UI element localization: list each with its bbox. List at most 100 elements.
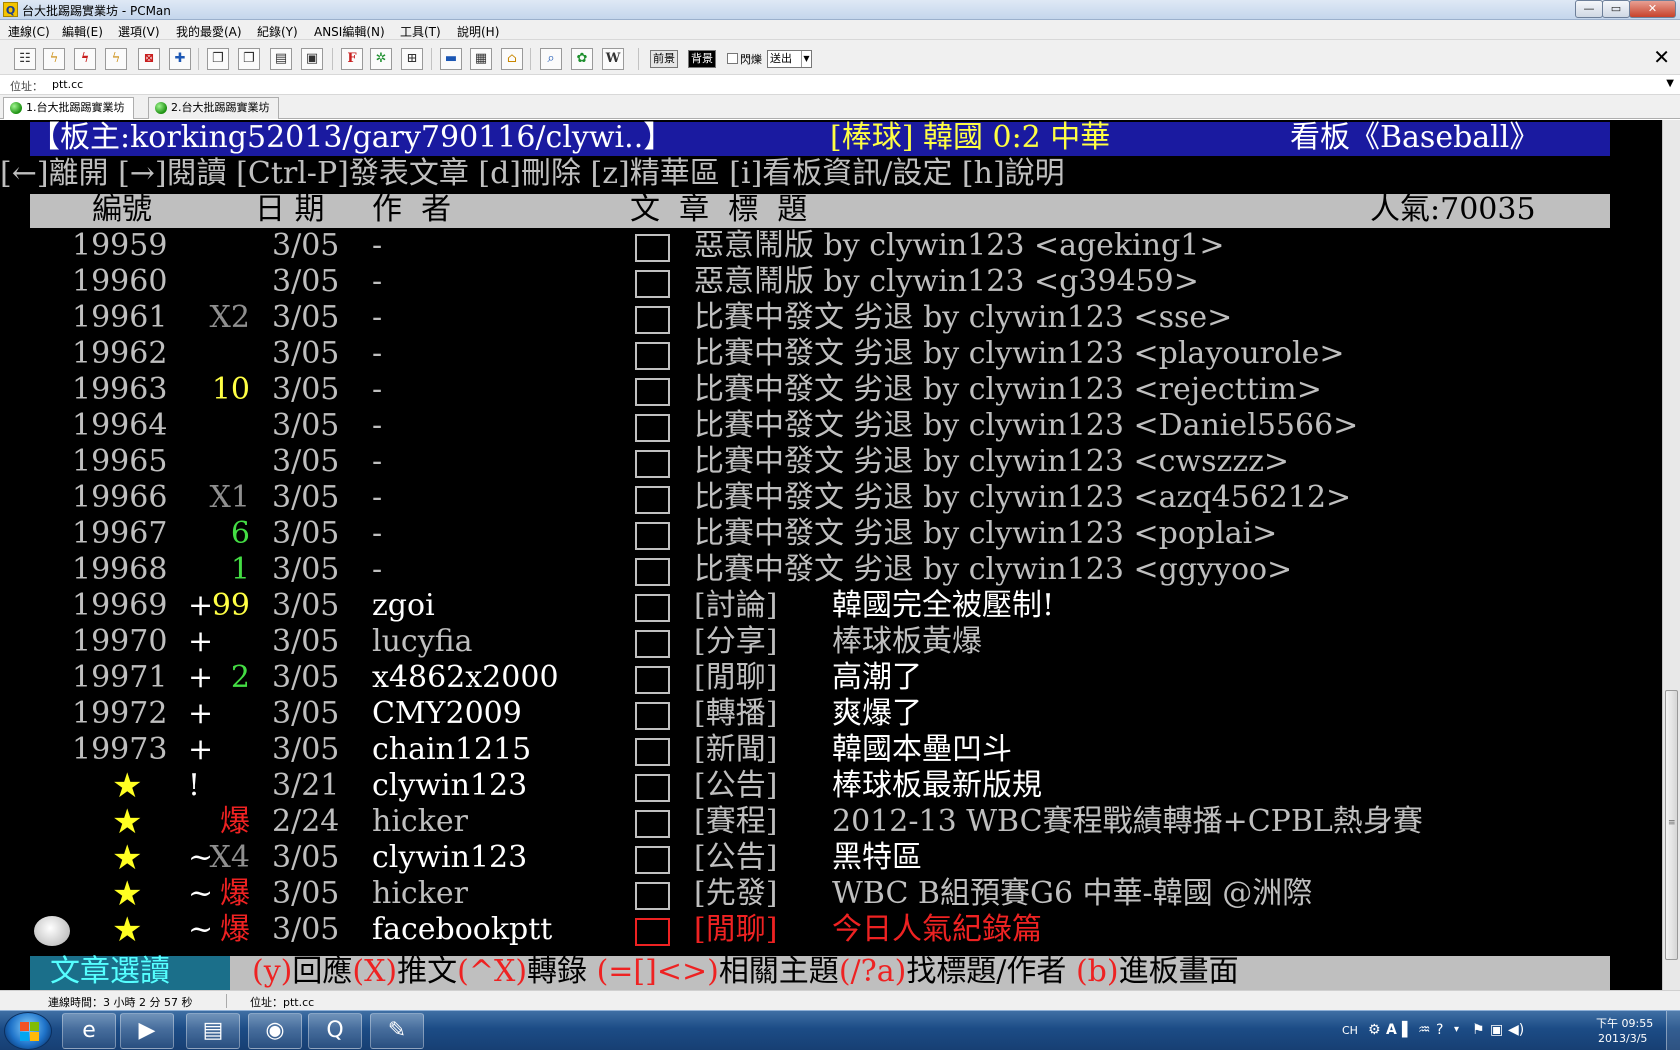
- post-title: 今日人氣紀錄篇: [832, 912, 1042, 947]
- firefox-icon[interactable]: ◉: [248, 1013, 302, 1049]
- menu-tools[interactable]: 工具(T): [400, 23, 441, 40]
- menu-favorites[interactable]: 我的最愛(A): [176, 23, 242, 40]
- action-center-icon[interactable]: ⚑: [1472, 1022, 1485, 1038]
- post-mark: +: [188, 624, 214, 659]
- show-desktop-button[interactable]: [1666, 1011, 1680, 1050]
- clock-time[interactable]: 下午 09:55: [1596, 1015, 1653, 1031]
- menu-help[interactable]: 說明(H): [457, 23, 499, 40]
- post-row[interactable]: 19966 X1 3/05- 比賽中發文 劣退 by clywin123 <azq45…: [0, 480, 1680, 516]
- post-row[interactable]: 19960 3/05- 惡意鬧版 by clywin123 <g39459>: [0, 264, 1680, 300]
- close-connection-icon[interactable]: ⊠: [138, 48, 160, 70]
- ime-a-icon[interactable]: A: [1386, 1022, 1397, 1038]
- close-window-button[interactable]: ✕: [1629, 0, 1676, 18]
- post-row[interactable]: ★! 3/21 clywin123 [公告] 棒球板最新版規: [0, 768, 1680, 804]
- media-player-icon[interactable]: ▶: [120, 1013, 174, 1049]
- fullscreen-icon[interactable]: ⊞: [401, 48, 423, 70]
- wikipedia-icon[interactable]: W: [602, 48, 624, 70]
- terminal-screen[interactable]: 【板主:korking52013/gary790116/clywi..】 [棒球…: [0, 120, 1680, 990]
- flower-icon[interactable]: ✿: [571, 48, 593, 70]
- read-status-box: [635, 306, 670, 334]
- explorer-icon[interactable]: ▤: [186, 1013, 240, 1049]
- add-favorite-icon[interactable]: ✚: [169, 48, 191, 70]
- close-icon[interactable]: ✕: [1653, 47, 1670, 67]
- scrollbar-thumb[interactable]: ≡: [1665, 690, 1678, 960]
- lock-icon[interactable]: ⌂: [501, 48, 523, 70]
- post-row[interactable]: 19965 3/05- 比賽中發文 劣退 by clywin123 <cwszzz>: [0, 444, 1680, 480]
- read-status-box: [635, 594, 670, 622]
- post-row[interactable]: 19970 +3/05 lucyfia [分享] 棒球板黃爆: [0, 624, 1680, 660]
- toolbar-separator: [431, 48, 432, 70]
- connected-status-icon: [10, 102, 22, 114]
- post-row[interactable]: 19964 3/05- 比賽中發文 劣退 by clywin123 <Daniel5…: [0, 408, 1680, 444]
- post-row[interactable]: 19971 +2 3/05 x4862x2000 [閒聊] 高潮了: [0, 660, 1680, 696]
- maximize-button[interactable]: ▭: [1602, 0, 1630, 18]
- post-number: 19964: [72, 408, 168, 443]
- network-icon[interactable]: ▣: [1490, 1022, 1503, 1038]
- start-button[interactable]: [4, 1012, 52, 1050]
- font-icon[interactable]: F: [341, 48, 363, 70]
- post-row[interactable]: 19972 +3/05 CMY2009 [轉播] 爽爆了: [0, 696, 1680, 732]
- settings-gear-icon[interactable]: ✲: [370, 48, 392, 70]
- clock-date[interactable]: 2013/3/5: [1598, 1032, 1647, 1045]
- volume-icon[interactable]: ◀): [1508, 1022, 1524, 1038]
- send-dropdown[interactable]: 送出 ▼: [767, 50, 812, 68]
- post-title: 高潮了: [832, 660, 922, 695]
- post-row[interactable]: 19963 10 3/05- 比賽中發文 劣退 by clywin123 <rejec…: [0, 372, 1680, 408]
- post-author: -: [372, 552, 383, 587]
- copy-icon[interactable]: ❐: [207, 48, 229, 70]
- toolbar-separator: [638, 48, 639, 70]
- menu-connection[interactable]: 連線(C): [8, 23, 50, 40]
- post-number: 19959: [72, 228, 168, 263]
- menu-options[interactable]: 選項(V): [118, 23, 160, 40]
- post-row[interactable]: 19967 6 3/05- 比賽中發文 劣退 by clywin123 <poplai…: [0, 516, 1680, 552]
- ie-icon[interactable]: e: [62, 1013, 116, 1049]
- minimize-button[interactable]: —: [1575, 0, 1603, 18]
- paste-icon[interactable]: ▤: [270, 48, 292, 70]
- ime-icon[interactable]: ⚙: [1368, 1022, 1381, 1038]
- post-row[interactable]: 19962 3/05- 比賽中發文 劣退 by clywin123 <playour…: [0, 336, 1680, 372]
- post-author: -: [372, 372, 383, 407]
- post-title: 比賽中發文 劣退 by clywin123 <poplai>: [694, 516, 1278, 551]
- post-row[interactable]: 19959 3/05- 惡意鬧版 by clywin123 <ageking1>: [0, 228, 1680, 264]
- help-icon[interactable]: ?: [1436, 1022, 1443, 1038]
- post-row[interactable]: ★ ~ 爆 3/05 hicker [先發] WBC B組預賽G6 中華-韓國 @洲際: [0, 876, 1680, 912]
- disconnect-icon[interactable]: ϟ: [74, 48, 96, 70]
- reconnect-icon[interactable]: ϟ: [105, 48, 127, 70]
- preview-icon[interactable]: ▣: [301, 48, 323, 70]
- screen-icon[interactable]: ▬: [440, 48, 462, 70]
- post-row[interactable]: ★ 爆 2/24 hicker [賽程] 2012-13 WBC賽程戰績轉播+CPBL熱身…: [0, 804, 1680, 840]
- address-input[interactable]: [52, 76, 1662, 93]
- post-author: -: [372, 480, 383, 515]
- search-icon[interactable]: ⌕: [540, 48, 562, 70]
- tab-connection-1[interactable]: 1.台大批踢踢實業坊: [3, 97, 134, 119]
- pcman-icon[interactable]: Q: [308, 1013, 362, 1049]
- blink-checkbox[interactable]: [727, 53, 738, 64]
- footer-key-hint: (/?a): [838, 954, 907, 989]
- menu-ansi-edit[interactable]: ANSI編輯(N): [314, 23, 385, 40]
- post-row[interactable]: ★ ~ 爆 3/05 facebookptt [閒聊] 今日人氣紀錄篇: [0, 912, 1680, 948]
- input-language[interactable]: CH: [1342, 1024, 1358, 1037]
- post-row[interactable]: 19973 +3/05 chain1215 [新聞] 韓國本壘凹斗: [0, 732, 1680, 768]
- menu-log[interactable]: 紀錄(Y): [257, 23, 298, 40]
- post-row[interactable]: ★ ~ X4 3/05 clywin123 [公告] 黑特區: [0, 840, 1680, 876]
- foreground-color-button[interactable]: 前景: [650, 50, 678, 68]
- chevron-down-icon[interactable]: ▼: [1666, 78, 1674, 89]
- terminal-scrollbar[interactable]: ≡: [1662, 120, 1680, 990]
- post-row[interactable]: 19969 +99 3/05 zgoi [討論] 韓國完全被壓制!: [0, 588, 1680, 624]
- paint-icon[interactable]: ✎: [370, 1013, 424, 1049]
- post-author: CMY2009: [372, 696, 522, 731]
- ansi-editor-icon[interactable]: ▦: [470, 48, 492, 70]
- quick-connect-icon[interactable]: ϟ: [43, 48, 65, 70]
- background-color-button[interactable]: 背景: [688, 50, 716, 68]
- tab-connection-2[interactable]: 2.台大批踢踢實業坊: [148, 97, 279, 119]
- post-row[interactable]: 19961 X2 3/05- 比賽中發文 劣退 by clywin123 <sse>: [0, 300, 1680, 336]
- ime-fullwidth-icon[interactable]: ▌: [1402, 1022, 1413, 1038]
- title-bar[interactable]: Q 台大批踢踢實業坊 - PCMan — ▭ ✕: [0, 0, 1680, 20]
- site-list-icon[interactable]: ☷: [14, 48, 36, 70]
- post-row[interactable]: 19968 1 3/05- 比賽中發文 劣退 by clywin123 <ggyyoo…: [0, 552, 1680, 588]
- copy-with-color-icon[interactable]: ❐: [238, 48, 260, 70]
- chevron-down-icon[interactable]: ▾: [1454, 1022, 1459, 1038]
- footer-key-hint: (X): [352, 954, 398, 989]
- menu-edit[interactable]: 編輯(E): [62, 23, 103, 40]
- ime-symbol-icon[interactable]: ♒: [1418, 1022, 1431, 1038]
